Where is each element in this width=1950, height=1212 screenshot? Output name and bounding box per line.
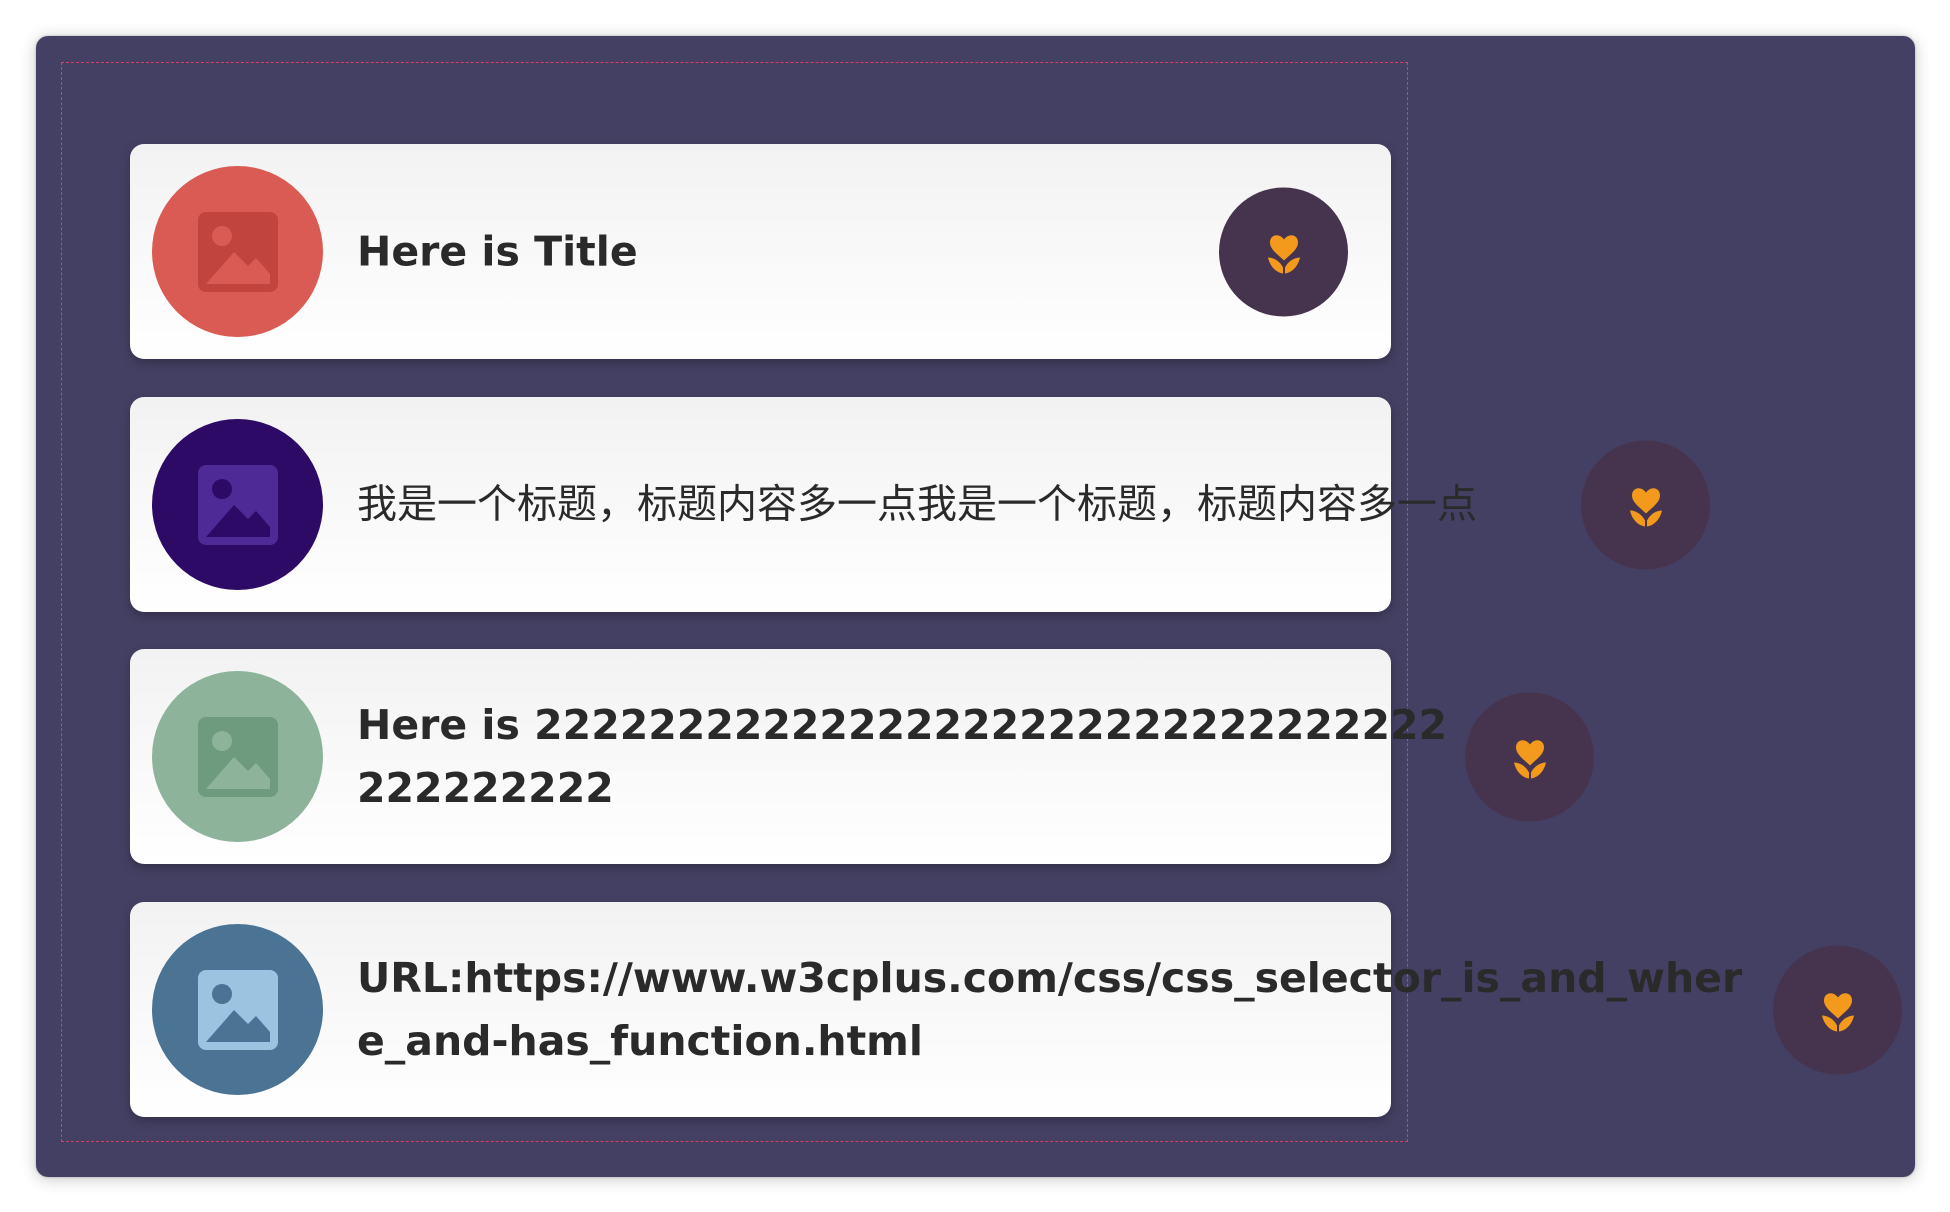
list-item[interactable]: Here is Title: [130, 144, 1391, 359]
card-title: 我是一个标题，标题内容多一点我是一个标题，标题内容多一点: [357, 481, 1477, 527]
avatar: [152, 166, 323, 337]
action-button[interactable]: [1581, 440, 1710, 569]
image-icon: [197, 464, 278, 545]
avatar: [152, 924, 323, 1095]
stage: Here is Title 我是一个标题，标题内容多一点我是一个标题，标题内容多…: [36, 36, 1915, 1177]
image-icon: [197, 969, 278, 1050]
flower-icon: [1629, 488, 1662, 527]
list-item[interactable]: URL:https://www.w3cplus.com/css/css_sele…: [130, 902, 1902, 1117]
image-icon: [197, 211, 278, 292]
flower-icon: [1821, 993, 1854, 1032]
list-item[interactable]: Here is 22222222222222222222222222222222…: [130, 649, 1594, 864]
list-container: Here is Title 我是一个标题，标题内容多一点我是一个标题，标题内容多…: [61, 62, 1902, 1142]
avatar: [152, 419, 323, 590]
image-icon: [197, 716, 278, 797]
window-frame: Here is Title 我是一个标题，标题内容多一点我是一个标题，标题内容多…: [36, 36, 1915, 1177]
card-title: Here is Title: [357, 227, 638, 275]
avatar: [152, 671, 323, 842]
action-button[interactable]: [1219, 187, 1348, 316]
flower-icon: [1513, 740, 1546, 779]
card-title[interactable]: URL:https://www.w3cplus.com/css/css_sele…: [357, 947, 1747, 1073]
list-item[interactable]: 我是一个标题，标题内容多一点我是一个标题，标题内容多一点: [130, 397, 1710, 612]
action-button[interactable]: [1465, 692, 1594, 821]
flower-icon: [1267, 235, 1300, 274]
card-title: Here is 22222222222222222222222222222222…: [357, 700, 1448, 812]
action-button[interactable]: [1773, 945, 1902, 1074]
